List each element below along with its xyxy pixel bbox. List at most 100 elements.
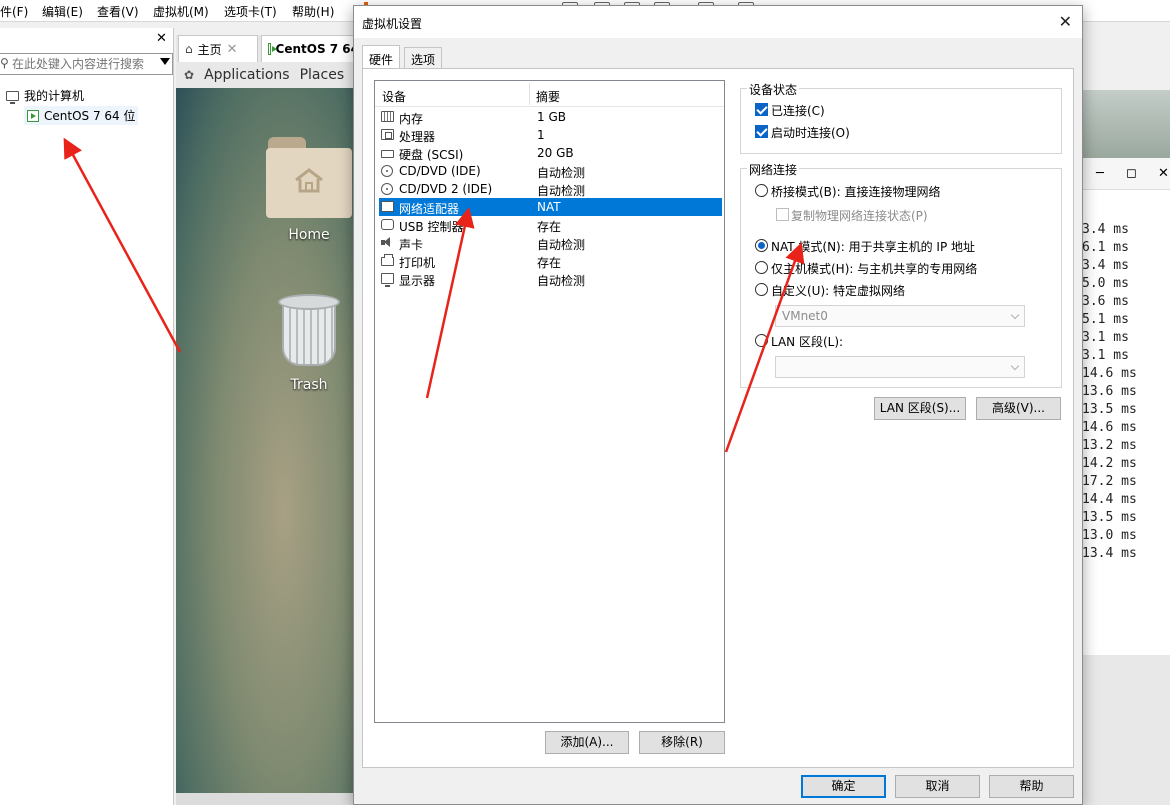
ping-time: 5.1 ms xyxy=(1082,312,1129,327)
usb-controller-icon xyxy=(381,219,394,230)
dialog-titlebar: 虚拟机设置 ✕ xyxy=(354,6,1082,38)
applications-menu[interactable]: Applications xyxy=(204,67,290,83)
memory-icon xyxy=(381,111,394,122)
ping-time: 3.1 ms xyxy=(1082,330,1129,345)
tab-label: CentOS 7 64 xyxy=(275,42,359,56)
cancel-button[interactable]: 取消 xyxy=(895,775,980,798)
add-device-button[interactable]: 添加(A)... xyxy=(545,731,629,754)
menu-tabs[interactable]: 选项卡(T) xyxy=(224,3,277,20)
vm-tab-strip: ⌂ 主页 ✕ CentOS 7 64 xyxy=(176,35,366,62)
replicate-state-checkbox[interactable] xyxy=(776,208,789,221)
device-row[interactable]: 打印机 存在 xyxy=(379,252,722,270)
trash-icon[interactable] xyxy=(278,294,340,366)
lan-segments-button[interactable]: LAN 区段(S)... xyxy=(874,397,966,420)
library-search: ⚲ xyxy=(0,53,173,75)
close-icon[interactable]: ✕ xyxy=(1158,166,1169,181)
lan-segment-select[interactable] xyxy=(775,356,1025,378)
terminal-output: 3.4 ms 6.1 ms 3.4 ms 5.0 ms 3.6 ms 5.1 ms 3.1 … xyxy=(1082,190,1170,655)
ping-time: 5.0 ms xyxy=(1082,276,1129,291)
device-row[interactable]: 处理器 1 xyxy=(379,126,722,144)
menu-vm[interactable]: 虚拟机(M) xyxy=(153,3,209,20)
nat-label: NAT 模式(N): 用于共享主机的 IP 地址 xyxy=(771,240,976,254)
network-connection-title: 网络连接 xyxy=(747,161,800,178)
terminal-backdrop xyxy=(1082,90,1170,158)
ping-time: 3.6 ms xyxy=(1082,294,1129,309)
printer-icon xyxy=(381,254,394,266)
custom-network-select[interactable]: VMnet0 xyxy=(775,305,1025,327)
nat-radio[interactable] xyxy=(755,239,768,252)
device-status-title: 设备状态 xyxy=(747,81,800,98)
help-button[interactable]: 帮助 xyxy=(989,775,1074,798)
cd-dvd-icon xyxy=(381,183,393,195)
home-folder-icon[interactable] xyxy=(266,137,352,219)
chevron-down-icon[interactable] xyxy=(160,58,170,65)
device-list[interactable]: 设备 摘要 内存 1 GB 处理器 1 硬盘 (SCSI) 20 GB CD/DVD (ID… xyxy=(374,80,725,723)
device-list-header: 设备 摘要 xyxy=(375,81,724,107)
device-row[interactable]: 内存 1 GB xyxy=(379,108,722,126)
library-panel: ✕ ⚲ 我的计算机 CentOS 7 64 位 xyxy=(0,28,174,805)
device-name: 打印机 xyxy=(399,256,436,270)
device-row[interactable]: USB 控制器 存在 xyxy=(379,216,722,234)
bridged-radio[interactable] xyxy=(755,184,768,197)
tree-item-vm[interactable]: CentOS 7 64 位 xyxy=(24,106,139,125)
tab-vm[interactable]: CentOS 7 64 xyxy=(261,35,366,62)
menu-view[interactable]: 查看(V) xyxy=(97,3,139,20)
ping-time: 13.4 ms xyxy=(1082,546,1137,561)
device-summary: NAT xyxy=(537,200,561,214)
connected-checkbox[interactable] xyxy=(755,103,768,116)
replicate-state-label: 复制物理网络连接状态(P) xyxy=(791,209,928,223)
device-name: 处理器 xyxy=(399,130,436,144)
column-header-device[interactable]: 设备 xyxy=(382,88,406,105)
minimize-icon[interactable]: ─ xyxy=(1096,166,1104,181)
device-row[interactable]: CD/DVD (IDE) 自动检测 xyxy=(379,162,722,180)
tab-options[interactable]: 选项 xyxy=(404,47,443,69)
search-input[interactable] xyxy=(12,56,150,72)
device-row[interactable]: 硬盘 (SCSI) 20 GB xyxy=(379,144,722,162)
connect-at-power-on-checkbox[interactable] xyxy=(755,125,768,138)
tree-item-my-computer[interactable]: 我的计算机 xyxy=(6,87,84,104)
processor-icon xyxy=(381,129,394,140)
vm-status-bar xyxy=(176,793,356,805)
custom-radio[interactable] xyxy=(755,283,768,296)
remove-device-button[interactable]: 移除(R) xyxy=(639,731,725,754)
lan-segment-radio[interactable] xyxy=(755,334,768,347)
gnome-foot-icon: ✿ xyxy=(184,68,195,82)
ping-time: 3.4 ms xyxy=(1082,222,1129,237)
ok-button[interactable]: 确定 xyxy=(801,775,886,798)
ping-time: 14.6 ms xyxy=(1082,366,1137,381)
menu-edit[interactable]: 编辑(E) xyxy=(42,3,83,20)
device-row[interactable]: 显示器 自动检测 xyxy=(379,270,722,288)
close-icon[interactable]: ✕ xyxy=(1059,12,1072,31)
vm-settings-dialog: 虚拟机设置 ✕ 硬件 选项 设备 摘要 内存 1 GB 处理器 1 硬盘 (SCSI) 2… xyxy=(353,5,1083,805)
close-icon[interactable]: ✕ xyxy=(227,42,238,57)
device-name: 硬盘 (SCSI) xyxy=(399,148,464,162)
menu-file[interactable]: 件(F) xyxy=(0,3,28,20)
places-menu[interactable]: Places xyxy=(300,67,345,83)
tab-home[interactable]: ⌂ 主页 ✕ xyxy=(178,35,258,62)
ping-time: 13.5 ms xyxy=(1082,510,1137,525)
tab-hardware[interactable]: 硬件 xyxy=(362,45,401,69)
connect-at-power-on-label: 启动时连接(O) xyxy=(771,126,850,140)
computer-icon xyxy=(6,90,19,104)
terminal-window: ─ ◻ ✕ 3.4 ms 6.1 ms 3.4 ms 5.0 ms 3.6 ms 5.1 … xyxy=(1082,30,1170,805)
device-row[interactable]: 网络适配器 NAT xyxy=(379,198,722,216)
bridged-label: 桥接模式(B): 直接连接物理网络 xyxy=(771,185,941,199)
device-row[interactable]: CD/DVD 2 (IDE) 自动检测 xyxy=(379,180,722,198)
custom-label: 自定义(U): 特定虚拟网络 xyxy=(771,284,906,298)
network-adapter-icon xyxy=(381,201,394,212)
device-name: 显示器 xyxy=(399,274,436,288)
device-summary: 1 GB xyxy=(537,110,566,124)
close-icon[interactable]: ✕ xyxy=(156,31,167,46)
maximize-icon[interactable]: ◻ xyxy=(1126,166,1137,181)
terminal-titlebar: ─ ◻ ✕ xyxy=(1082,158,1170,190)
device-row[interactable]: 声卡 自动检测 xyxy=(379,234,722,252)
host-only-radio[interactable] xyxy=(755,261,768,274)
chevron-down-icon xyxy=(1010,361,1020,371)
vm-icon xyxy=(268,43,276,55)
advanced-button[interactable]: 高级(V)... xyxy=(976,397,1061,420)
menu-help[interactable]: 帮助(H) xyxy=(292,3,334,20)
device-name: USB 控制器 xyxy=(399,220,464,234)
column-header-summary[interactable]: 摘要 xyxy=(536,88,560,105)
ping-time: 13.6 ms xyxy=(1082,384,1137,399)
chevron-down-icon xyxy=(1010,310,1020,320)
